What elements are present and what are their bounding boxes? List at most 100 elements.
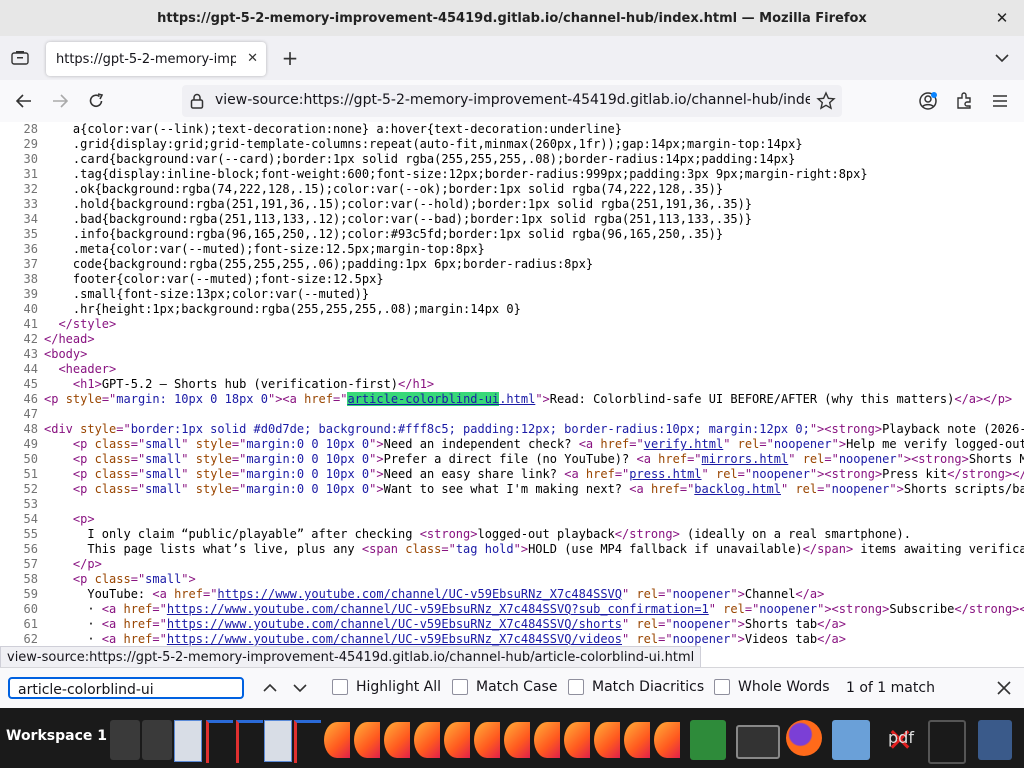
back-icon[interactable] xyxy=(10,87,38,115)
firefox-window-icon[interactable] xyxy=(504,722,530,758)
source-code: a{color:var(--link);text-decoration:none… xyxy=(44,122,622,136)
firefox-window-icon[interactable] xyxy=(384,722,410,758)
checkbox-box[interactable] xyxy=(714,679,730,695)
source-code: .ok{background:rgba(74,222,128,.15);colo… xyxy=(44,182,724,196)
checkbox-box[interactable] xyxy=(452,679,468,695)
line-number: 28 xyxy=(23,122,38,136)
source-code: <p> xyxy=(72,512,95,526)
source-line: 34 .bad{background:rgba(251,113,133,.12)… xyxy=(0,212,1024,227)
find-previous-icon[interactable] xyxy=(258,677,282,699)
firefox-window-icon[interactable] xyxy=(534,722,560,758)
line-number: 30 xyxy=(23,152,38,166)
firefox-window-icon[interactable] xyxy=(324,722,350,758)
firefox-window-icon[interactable] xyxy=(564,722,590,758)
line-number: 36 xyxy=(23,242,38,256)
firefox-window-icon[interactable] xyxy=(474,722,500,758)
image-viewer-icon[interactable] xyxy=(832,720,870,760)
line-number: 57 xyxy=(23,557,38,571)
firefox-window-icon[interactable] xyxy=(654,722,680,758)
line-number: 33 xyxy=(23,197,38,211)
checkbox-box[interactable] xyxy=(568,679,584,695)
view-source-content[interactable]: 28 a{color:var(--link);text-decoration:n… xyxy=(0,122,1024,646)
text-editor-icon[interactable] xyxy=(928,720,966,764)
line-number: 61 xyxy=(23,617,38,631)
source-line: 45 <h1>GPT-5.2 — Shorts hub (verificatio… xyxy=(0,377,1024,392)
source-code: I only claim “public/playable” after che… xyxy=(44,527,911,541)
menu-icon[interactable] xyxy=(986,87,1014,115)
firefox-window-icon[interactable] xyxy=(594,722,620,758)
url-text[interactable]: view-source:https://gpt-5-2-memory-impro… xyxy=(215,92,810,108)
whole-words-checkbox[interactable]: Whole Words xyxy=(714,679,830,695)
highlight-all-checkbox[interactable]: Highlight All xyxy=(332,679,441,695)
checkbox-box[interactable] xyxy=(332,679,348,695)
source-code: · <a href="https://www.youtube.com/chann… xyxy=(44,617,846,631)
tab-active[interactable]: https://gpt-5-2-memory-improvement-45419… xyxy=(46,42,266,76)
window-thumbnail-icon[interactable] xyxy=(294,720,321,763)
line-number: 58 xyxy=(23,572,38,586)
match-diacritics-checkbox[interactable]: Match Diacritics xyxy=(568,679,704,695)
pdf-label[interactable]: pdf xyxy=(888,728,914,747)
firefox-window-icon[interactable] xyxy=(624,722,650,758)
tab-close-icon[interactable]: ✕ xyxy=(247,51,258,66)
window-close-icon[interactable]: ✕ xyxy=(988,4,1016,32)
match-count: 1 of 1 match xyxy=(846,680,935,696)
source-line: 59 YouTube: <a href="https://www.youtube… xyxy=(0,587,1024,602)
file-icon[interactable] xyxy=(264,720,292,762)
file-icon[interactable] xyxy=(174,720,202,762)
line-number: 37 xyxy=(23,257,38,271)
url-bar[interactable]: view-source:https://gpt-5-2-memory-impro… xyxy=(182,85,842,117)
window-thumbnail-icon[interactable] xyxy=(110,720,140,760)
list-all-tabs-icon[interactable] xyxy=(6,44,34,72)
source-line: 29 .grid{display:grid;grid-template-colu… xyxy=(0,137,1024,152)
nav-toolbar: view-source:https://gpt-5-2-memory-impro… xyxy=(0,80,1024,123)
source-line: 57 </p> xyxy=(0,557,1024,572)
firefox-window-icon[interactable] xyxy=(414,722,440,758)
forward-icon[interactable] xyxy=(46,87,74,115)
line-number: 39 xyxy=(23,287,38,301)
source-line: 47 xyxy=(0,407,1024,422)
source-line: 52 <p class="small" style="margin:0 0 10… xyxy=(0,482,1024,497)
chevron-down-icon[interactable] xyxy=(988,44,1016,72)
window-thumbnail-icon[interactable] xyxy=(236,720,263,763)
firefox-window-icon[interactable] xyxy=(354,722,380,758)
firefox-window-icon[interactable] xyxy=(444,722,470,758)
source-line: 44 <header> xyxy=(0,362,1024,377)
lock-icon[interactable] xyxy=(190,93,204,113)
source-line: 35 .info{background:rgba(96,165,250,.12)… xyxy=(0,227,1024,242)
reload-icon[interactable] xyxy=(82,87,110,115)
find-close-icon[interactable] xyxy=(994,678,1014,698)
source-line: 49 <p class="small" style="margin:0 0 10… xyxy=(0,437,1024,452)
source-code: · <a href="https://www.youtube.com/chann… xyxy=(44,602,1024,616)
source-line: 46 <p style="margin: 10px 0 18px 0"><a hr… xyxy=(0,392,1024,407)
line-number: 49 xyxy=(23,437,38,451)
window-thumbnail-icon[interactable] xyxy=(206,720,233,763)
line-number: 29 xyxy=(23,137,38,151)
line-number: 52 xyxy=(23,482,38,496)
line-number: 40 xyxy=(23,302,38,316)
source-code: .tag{display:inline-block;font-weight:60… xyxy=(44,167,868,181)
source-line: 28 a{color:var(--link);text-decoration:n… xyxy=(0,122,1024,137)
line-number: 44 xyxy=(23,362,38,376)
line-number: 43 xyxy=(23,347,38,361)
account-icon[interactable] xyxy=(914,87,942,115)
source-line: 43 <body> xyxy=(0,347,1024,362)
line-number: 34 xyxy=(23,212,38,226)
source-line: 51 <p class="small" style="margin:0 0 10… xyxy=(0,467,1024,482)
spreadsheet-icon[interactable] xyxy=(690,720,726,760)
extensions-icon[interactable] xyxy=(950,87,978,115)
bookmark-star-icon[interactable] xyxy=(816,91,836,115)
source-line: 40 .hr{height:1px;background:rgba(255,25… xyxy=(0,302,1024,317)
match-case-checkbox[interactable]: Match Case xyxy=(452,679,557,695)
calculator-icon[interactable] xyxy=(978,720,1012,760)
new-tab-icon[interactable]: + xyxy=(276,44,304,72)
firefox-icon[interactable] xyxy=(786,720,822,756)
source-code: This page lists what’s live, plus any <s… xyxy=(44,542,1024,556)
source-code: <p class="small" style="margin:0 0 10px … xyxy=(72,467,1024,481)
window-thumbnail-icon[interactable] xyxy=(142,720,172,760)
source-line: 33 .hold{background:rgba(251,191,36,.15)… xyxy=(0,197,1024,212)
find-next-icon[interactable] xyxy=(288,677,312,699)
terminal-icon[interactable] xyxy=(736,725,780,759)
source-code: .hold{background:rgba(251,191,36,.15);co… xyxy=(44,197,753,211)
source-line: 30 .card{background:var(--card);border:1… xyxy=(0,152,1024,167)
find-input[interactable]: article-colorblind-ui xyxy=(8,677,244,699)
